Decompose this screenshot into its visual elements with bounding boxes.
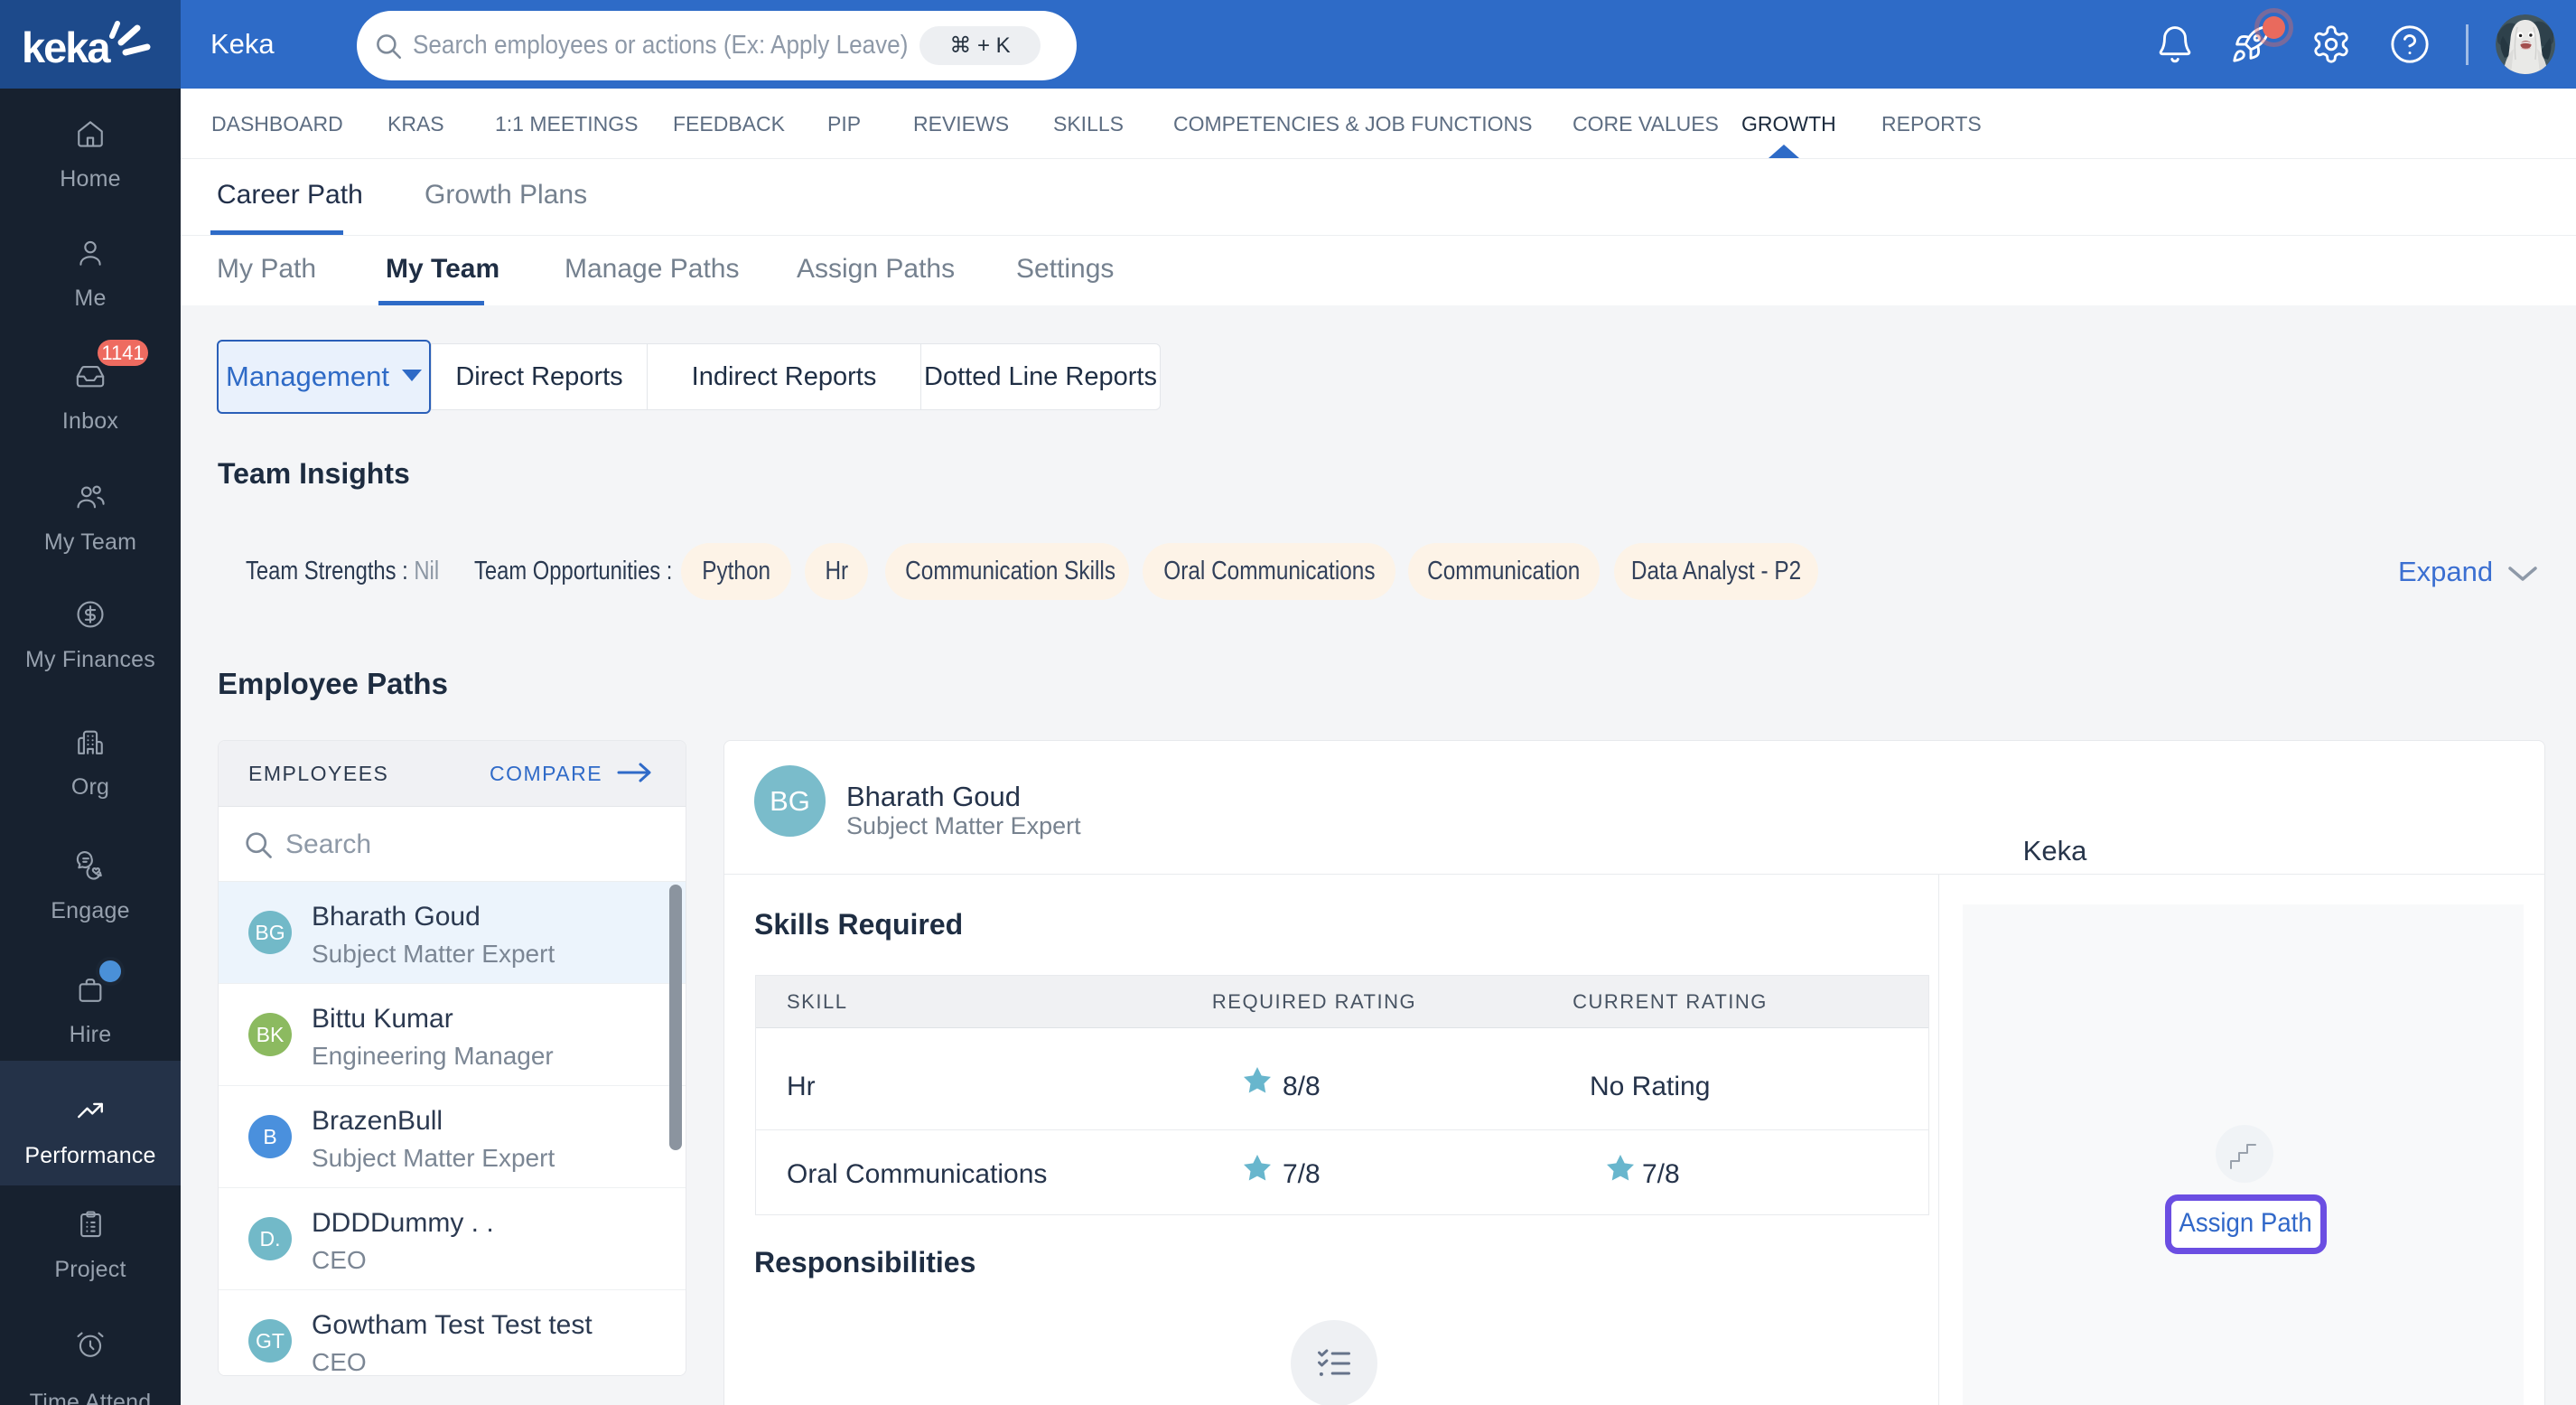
svg-text:keka: keka bbox=[22, 23, 111, 71]
